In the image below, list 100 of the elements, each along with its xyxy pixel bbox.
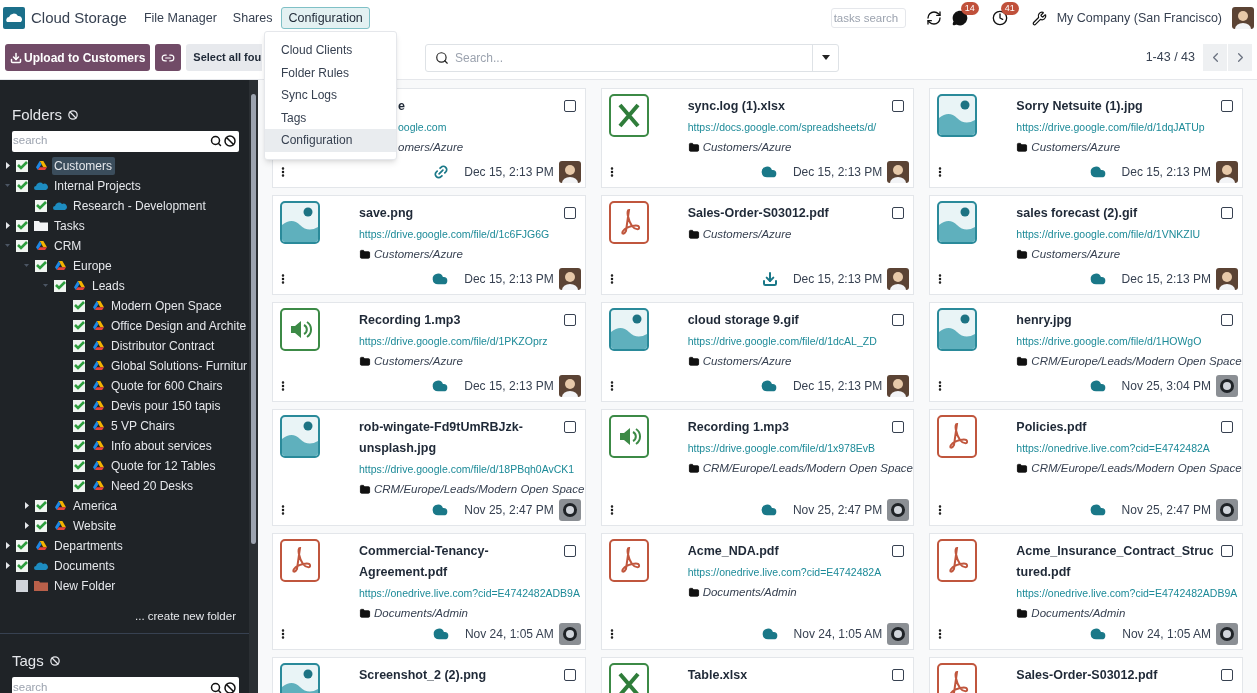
file-url[interactable]: https://drive.google.com/file/d/1x978EvB [687, 438, 911, 458]
company-switcher[interactable]: My Company (San Francisco) [1056, 8, 1222, 28]
folder-label[interactable]: Research - Development [73, 196, 206, 215]
folder-checkbox[interactable] [16, 159, 28, 172]
file-checkbox[interactable] [1221, 100, 1233, 112]
folder-checkbox[interactable] [73, 299, 85, 312]
folder-label[interactable]: Customers [52, 156, 115, 175]
pdf-file-icon[interactable] [937, 663, 978, 693]
nav-menu-item[interactable]: Configuration [281, 7, 370, 29]
folder-checkbox[interactable] [35, 519, 47, 532]
folder-checkbox[interactable] [16, 239, 28, 252]
file-card[interactable]: save.png https://drive.google.com/file/d/1c6FJG6G Customers/Azure Dec 15, 2:13 PM [272, 195, 586, 295]
folder-label[interactable]: 5 VP Chairs [111, 416, 175, 435]
pdf-file-icon[interactable] [937, 415, 978, 458]
folder-checkbox[interactable] [16, 179, 28, 192]
file-card[interactable]: Screenshot_2 (2).png [272, 657, 586, 693]
folder-label[interactable]: Quote for 12 Tables [111, 456, 216, 475]
file-checkbox[interactable] [1221, 314, 1233, 326]
folder-label[interactable]: America [73, 496, 117, 515]
pdf-file-icon[interactable] [608, 201, 649, 244]
file-card[interactable]: Commercial-Tenancy-Agreement.pdf https://onedrive.live.com?cid=E4742482ADB9A Documents/Admin Nov 24, 1:05 AM [272, 533, 586, 650]
collapsed-caret-icon[interactable] [5, 222, 11, 229]
file-card[interactable]: sales forecast (2).gif https://drive.google.com/file/d/1VNKZIU Customers/Azure Dec 15, 2:13 PM [929, 195, 1243, 295]
search-input[interactable]: search [12, 679, 210, 693]
file-checkbox[interactable] [892, 421, 905, 433]
search-icon[interactable] [210, 681, 222, 693]
folder-label[interactable]: Devis pour 150 tapis [111, 396, 221, 415]
file-url[interactable]: https://drive.google.com/file/d/1HOWgO [1016, 331, 1239, 351]
file-url[interactable]: https://drive.google.com/file/d/1dqJATUp [1016, 117, 1239, 137]
create-folder-link[interactable]: ... create new folder [135, 607, 236, 625]
folder-checkbox[interactable] [73, 479, 85, 492]
folder-label[interactable]: Quote for 600 Chairs [111, 376, 223, 395]
folder-label[interactable]: Info about services [111, 436, 212, 455]
spreadsheet-file-icon[interactable] [608, 94, 649, 137]
collapsed-caret-icon[interactable] [5, 162, 11, 169]
folder-checkbox[interactable] [16, 539, 28, 552]
image-file-icon[interactable] [937, 201, 978, 244]
file-url[interactable]: https://onedrive.live.com?cid=E4742482A [1016, 438, 1239, 458]
file-checkbox[interactable] [563, 207, 576, 219]
image-file-icon[interactable] [937, 308, 978, 351]
folder-label[interactable]: New Folder [54, 576, 116, 595]
wrench-icon[interactable] [1031, 10, 1047, 26]
file-checkbox[interactable] [563, 545, 576, 557]
file-card[interactable]: henry.jpg https://drive.google.com/file/d/1HOWgO CRM/Europe/Leads/Modern Open Space Nov 25, 3:04 PM [929, 302, 1243, 402]
search-input[interactable]: search [12, 132, 210, 150]
menu-item[interactable]: Configuration [265, 129, 396, 152]
folder-checkbox[interactable] [16, 579, 28, 592]
folder-checkbox[interactable] [73, 459, 85, 472]
folder-label[interactable]: CRM [54, 236, 82, 255]
file-card[interactable]: sync.log (1).xlsx https://docs.google.com/spreadsheets/d/ Customers/Azure Dec 15, 2:13 PM [600, 88, 915, 188]
file-url[interactable]: https://onedrive.live.com?cid=E4742482ADB9A [359, 583, 582, 603]
file-card[interactable]: Acme_NDA.pdf https://onedrive.live.com?cid=E4742482A Documents/Admin Nov 24, 1:05 AM [600, 533, 915, 650]
file-checkbox[interactable] [1221, 421, 1233, 433]
folder-label[interactable]: Need 20 Desks [111, 476, 194, 495]
nav-menu-item[interactable]: Shares [225, 7, 280, 29]
image-file-icon[interactable] [608, 308, 649, 351]
search-field[interactable]: search [12, 677, 239, 693]
file-checkbox[interactable] [1221, 669, 1233, 681]
folder-label[interactable]: Documents [54, 556, 115, 575]
file-url[interactable]: https://drive.google.com/file/d/1PKZOprz [359, 331, 582, 351]
chat-icon[interactable] [951, 10, 968, 26]
folder-label[interactable]: Tasks [54, 216, 85, 235]
link-button[interactable] [155, 44, 182, 71]
collapsed-caret-icon[interactable] [24, 522, 30, 529]
folder-checkbox[interactable] [16, 559, 28, 572]
file-card[interactable]: cloud storage 9.gif https://drive.google.com/file/d/1dcAL_ZD Customers/Azure Dec 15, 2:13 PM [600, 302, 915, 402]
file-checkbox[interactable] [563, 314, 576, 326]
file-checkbox[interactable] [563, 669, 576, 681]
folder-checkbox[interactable] [73, 319, 85, 332]
file-card[interactable]: Sales-Order-S03012.pdf [929, 657, 1243, 693]
folder-checkbox[interactable] [35, 499, 47, 512]
folder-label[interactable]: Global Solutions- Furnitur [111, 356, 248, 375]
file-checkbox[interactable] [563, 100, 576, 112]
image-file-icon[interactable] [937, 94, 978, 137]
file-card[interactable]: Acme_Insurance_Contract_Structured.pdf https://onedrive.live.com?cid=E4742482ADB9A Documents/Admin Nov 24, 1:05 AM [929, 533, 1243, 650]
collapsed-caret-icon[interactable] [5, 542, 11, 549]
search-icon[interactable] [210, 135, 222, 147]
file-url[interactable]: oogle.com [398, 117, 582, 137]
file-url[interactable]: https://drive.google.com/file/d/1VNKZIU [1016, 224, 1239, 244]
folder-label[interactable]: Internal Projects [54, 176, 141, 195]
file-url[interactable]: https://onedrive.live.com?cid=E4742482A [687, 562, 911, 582]
file-checkbox[interactable] [892, 314, 905, 326]
select-all-button[interactable]: Select all fou [186, 44, 263, 71]
folder-label[interactable]: Distributor Contract [111, 336, 215, 355]
file-url[interactable]: https://onedrive.live.com?cid=E4742482ADB9A [1016, 583, 1239, 603]
folder-checkbox[interactable] [73, 439, 85, 452]
scrollbar[interactable] [249, 80, 258, 693]
image-file-icon[interactable] [280, 415, 320, 458]
file-url[interactable]: https://docs.google.com/spreadsheets/d/ [687, 117, 911, 137]
file-url[interactable]: https://drive.google.com/file/d/1c6FJG6G [359, 224, 582, 244]
audio-file-icon[interactable] [280, 308, 320, 351]
folder-label[interactable]: Modern Open Space [111, 296, 222, 315]
file-checkbox[interactable] [1221, 207, 1233, 219]
folder-label[interactable]: Office Design and Archite [111, 316, 247, 335]
folder-checkbox[interactable] [73, 399, 85, 412]
clear-icon[interactable] [224, 135, 236, 147]
refresh-icon[interactable] [925, 10, 942, 26]
image-file-icon[interactable] [280, 201, 320, 244]
folder-checkbox[interactable] [35, 259, 47, 272]
nav-menu-item[interactable]: File Manager [136, 7, 224, 29]
